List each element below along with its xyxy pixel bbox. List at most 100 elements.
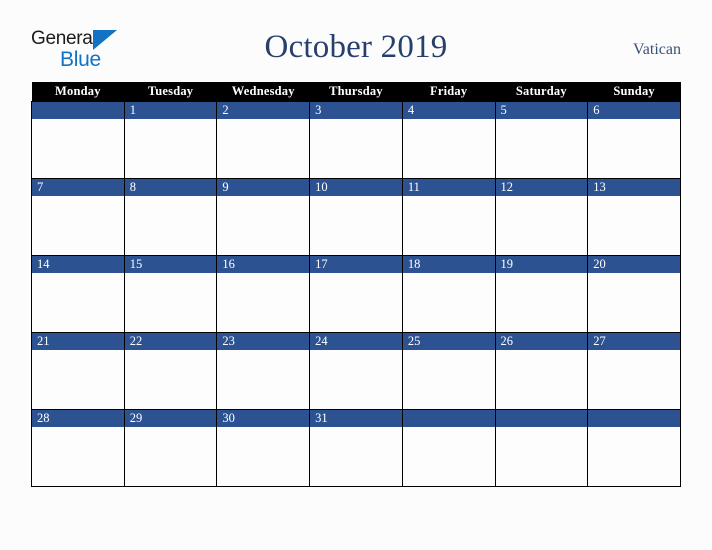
calendar-day-cell[interactable]: 7 xyxy=(31,178,125,256)
weekday-header-row: Monday Tuesday Wednesday Thursday Friday… xyxy=(31,82,681,102)
day-number: 18 xyxy=(402,256,495,273)
day-number: 9 xyxy=(217,179,310,196)
calendar-day-cell[interactable]: 14 xyxy=(31,255,125,333)
calendar-day-cell[interactable] xyxy=(401,409,496,487)
day-number: 23 xyxy=(217,333,310,350)
calendar-day-cell[interactable]: 11 xyxy=(401,178,496,256)
day-number: 14 xyxy=(32,256,124,273)
calendar-day-cell[interactable]: 28 xyxy=(31,409,125,487)
calendar-day-cell[interactable]: 26 xyxy=(494,332,589,410)
day-cell-notes[interactable] xyxy=(403,273,495,332)
calendar-day-cell[interactable]: 27 xyxy=(587,332,681,410)
calendar-day-cell[interactable]: 15 xyxy=(123,255,218,333)
calendar-day-cell[interactable]: 3 xyxy=(309,101,403,179)
calendar-week-row: 14 15 16 17 18 19 20 xyxy=(31,255,681,333)
weekday-header-thursday: Thursday xyxy=(309,82,403,102)
day-number: 10 xyxy=(310,179,402,196)
calendar-day-cell[interactable] xyxy=(587,409,681,487)
day-cell-notes[interactable] xyxy=(403,427,495,486)
day-cell-notes[interactable] xyxy=(125,350,217,409)
calendar-day-cell[interactable]: 24 xyxy=(309,332,403,410)
calendar-day-cell[interactable]: 23 xyxy=(216,332,311,410)
calendar-day-cell[interactable]: 8 xyxy=(123,178,218,256)
day-cell-notes[interactable] xyxy=(32,350,124,409)
day-number: 19 xyxy=(495,256,588,273)
calendar-day-cell[interactable]: 6 xyxy=(587,101,681,179)
day-cell-notes[interactable] xyxy=(217,350,309,409)
day-cell-notes[interactable] xyxy=(217,196,309,255)
day-cell-notes[interactable] xyxy=(496,427,588,486)
calendar-day-cell[interactable]: 4 xyxy=(401,101,496,179)
day-cell-notes[interactable] xyxy=(125,119,217,178)
calendar-day-cell[interactable]: 25 xyxy=(401,332,496,410)
day-cell-notes[interactable] xyxy=(588,119,680,178)
day-number: 24 xyxy=(310,333,402,350)
calendar-day-cell[interactable]: 18 xyxy=(401,255,496,333)
day-cell-notes[interactable] xyxy=(217,119,309,178)
day-cell-notes[interactable] xyxy=(32,119,124,178)
day-number: 8 xyxy=(124,179,217,196)
day-number: 28 xyxy=(32,410,124,427)
calendar-day-cell[interactable]: 19 xyxy=(494,255,589,333)
calendar-day-cell[interactable]: 17 xyxy=(309,255,403,333)
day-cell-notes[interactable] xyxy=(310,427,402,486)
calendar-week-row: 28 29 30 31 xyxy=(31,409,681,487)
day-cell-notes[interactable] xyxy=(217,273,309,332)
calendar-day-cell[interactable]: 30 xyxy=(216,409,311,487)
day-cell-notes[interactable] xyxy=(496,350,588,409)
day-cell-notes[interactable] xyxy=(310,350,402,409)
day-cell-notes[interactable] xyxy=(588,350,680,409)
day-cell-notes[interactable] xyxy=(496,273,588,332)
day-cell-notes[interactable] xyxy=(125,196,217,255)
calendar-day-cell[interactable]: 16 xyxy=(216,255,311,333)
day-cell-notes[interactable] xyxy=(403,119,495,178)
day-number xyxy=(588,410,680,427)
calendar-day-cell[interactable]: 29 xyxy=(123,409,218,487)
day-cell-notes[interactable] xyxy=(310,119,402,178)
day-cell-notes[interactable] xyxy=(496,119,588,178)
day-cell-notes[interactable] xyxy=(496,196,588,255)
calendar-day-cell[interactable]: 13 xyxy=(587,178,681,256)
day-number: 12 xyxy=(495,179,588,196)
day-cell-notes[interactable] xyxy=(310,273,402,332)
day-number xyxy=(32,102,124,119)
day-cell-notes[interactable] xyxy=(32,427,124,486)
weekday-header-saturday: Saturday xyxy=(495,82,588,102)
day-cell-notes[interactable] xyxy=(217,427,309,486)
page-title: October 2019 xyxy=(264,29,448,65)
calendar-page: General Blue October 2019 Vatican Monday… xyxy=(0,0,712,550)
day-cell-notes[interactable] xyxy=(32,196,124,255)
day-number: 7 xyxy=(32,179,124,196)
calendar-day-cell[interactable]: 9 xyxy=(216,178,311,256)
day-cell-notes[interactable] xyxy=(125,273,217,332)
calendar-day-cell[interactable]: 10 xyxy=(309,178,403,256)
weekday-header-wednesday: Wednesday xyxy=(216,82,310,102)
calendar-day-cell[interactable]: 21 xyxy=(31,332,125,410)
day-number: 20 xyxy=(588,256,680,273)
calendar-day-cell[interactable] xyxy=(494,409,589,487)
day-cell-notes[interactable] xyxy=(125,427,217,486)
page-header: General Blue October 2019 Vatican xyxy=(31,26,681,76)
day-cell-notes[interactable] xyxy=(588,196,680,255)
day-cell-notes[interactable] xyxy=(310,196,402,255)
day-number: 5 xyxy=(495,102,588,119)
day-cell-notes[interactable] xyxy=(588,273,680,332)
day-cell-notes[interactable] xyxy=(32,273,124,332)
day-number: 30 xyxy=(217,410,310,427)
day-cell-notes[interactable] xyxy=(403,350,495,409)
calendar-day-cell[interactable]: 2 xyxy=(216,101,311,179)
calendar-day-cell[interactable] xyxy=(31,101,125,179)
day-cell-notes[interactable] xyxy=(588,427,680,486)
calendar-day-cell[interactable]: 1 xyxy=(123,101,218,179)
calendar-day-cell[interactable]: 5 xyxy=(494,101,589,179)
calendar-day-cell[interactable]: 12 xyxy=(494,178,589,256)
weekday-header-friday: Friday xyxy=(402,82,496,102)
day-number: 13 xyxy=(588,179,680,196)
day-number: 2 xyxy=(217,102,310,119)
day-number: 6 xyxy=(588,102,680,119)
calendar-day-cell[interactable]: 22 xyxy=(123,332,218,410)
calendar-day-cell[interactable]: 31 xyxy=(309,409,403,487)
calendar-day-cell[interactable]: 20 xyxy=(587,255,681,333)
day-number xyxy=(495,410,588,427)
day-cell-notes[interactable] xyxy=(403,196,495,255)
